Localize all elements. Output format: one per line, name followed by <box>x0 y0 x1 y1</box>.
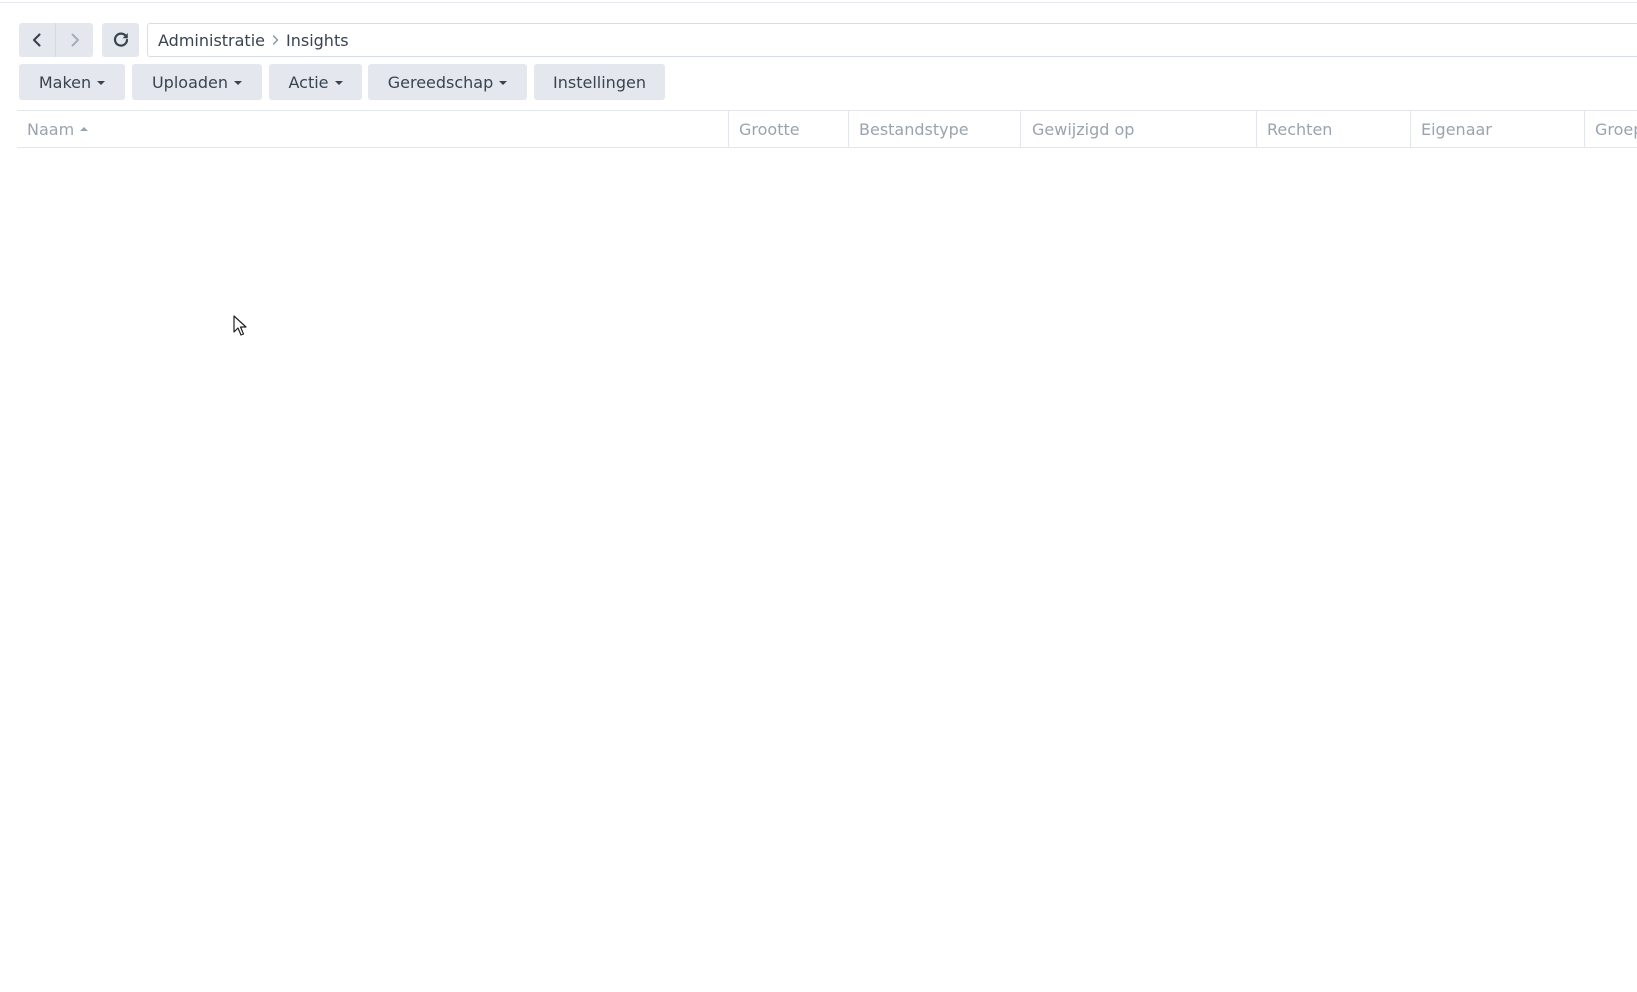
file-list-header: Naam Grootte Bestandstype Gewijzigd op R… <box>17 110 1637 148</box>
column-divider[interactable] <box>1256 111 1257 147</box>
column-modified[interactable]: Gewijzigd op <box>1032 111 1252 147</box>
column-divider[interactable] <box>1410 111 1411 147</box>
tools-button[interactable]: Gereedschap <box>368 64 527 100</box>
column-name-label: Naam <box>27 119 75 139</box>
column-divider[interactable] <box>728 111 729 147</box>
chevron-right-icon <box>272 34 279 46</box>
refresh-button[interactable] <box>102 23 139 57</box>
upload-button[interactable]: Uploaden <box>132 64 262 100</box>
window-top-border <box>0 2 1637 3</box>
column-modified-label: Gewijzigd op <box>1032 119 1135 139</box>
create-button-label: Maken <box>38 72 92 92</box>
column-group-label: Groep <box>1595 119 1637 139</box>
sort-ascending-icon <box>80 127 89 131</box>
action-button-label: Actie <box>288 72 329 92</box>
caret-down-icon <box>234 81 243 85</box>
forward-button[interactable] <box>56 23 93 57</box>
column-permissions-label: Rechten <box>1267 119 1333 139</box>
column-divider[interactable] <box>1584 111 1585 147</box>
column-owner-label: Eigenaar <box>1421 119 1492 139</box>
column-name[interactable]: Naam <box>27 111 727 147</box>
caret-down-icon <box>97 81 106 85</box>
tools-button-label: Gereedschap <box>387 72 494 92</box>
breadcrumb-item-insights[interactable]: Insights <box>286 31 349 50</box>
column-permissions[interactable]: Rechten <box>1267 111 1407 147</box>
column-size[interactable]: Grootte <box>739 111 847 147</box>
mouse-pointer-icon <box>233 315 247 336</box>
breadcrumb[interactable]: Administratie Insights <box>147 23 1637 57</box>
breadcrumb-item-administratie[interactable]: Administratie <box>158 31 265 50</box>
column-file-type[interactable]: Bestandstype <box>859 111 1019 147</box>
column-divider[interactable] <box>848 111 849 147</box>
column-size-label: Grootte <box>739 119 800 139</box>
settings-button[interactable]: Instellingen <box>534 64 665 100</box>
create-button[interactable]: Maken <box>19 64 125 100</box>
settings-button-label: Instellingen <box>553 72 646 92</box>
back-button[interactable] <box>19 23 56 57</box>
column-owner[interactable]: Eigenaar <box>1421 111 1581 147</box>
column-file-type-label: Bestandstype <box>859 119 969 139</box>
action-button[interactable]: Actie <box>269 64 362 100</box>
caret-down-icon <box>334 81 343 85</box>
upload-button-label: Uploaden <box>151 72 229 92</box>
chevron-right-icon <box>71 33 79 47</box>
history-nav <box>19 23 93 57</box>
refresh-icon <box>113 32 128 47</box>
column-divider[interactable] <box>1020 111 1021 147</box>
caret-down-icon <box>499 81 508 85</box>
chevron-left-icon <box>32 33 41 47</box>
column-group[interactable]: Groep <box>1595 111 1637 147</box>
